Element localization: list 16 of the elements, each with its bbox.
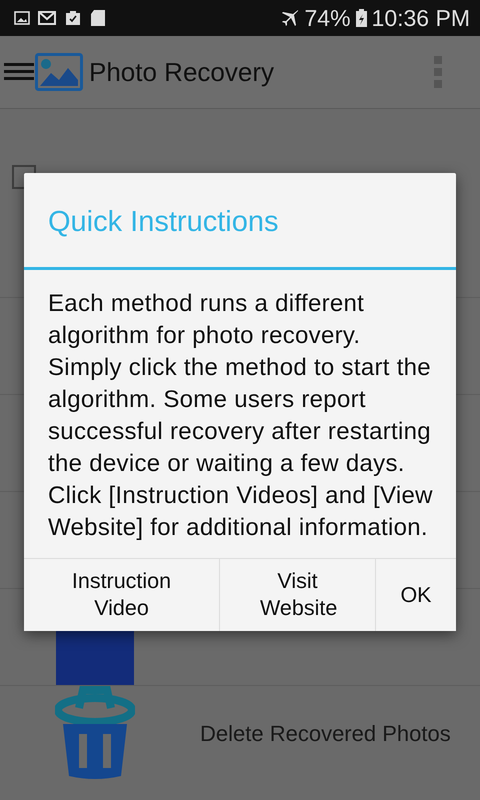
menu-icon[interactable]: [4, 61, 34, 83]
battery-percent: 74%: [304, 4, 351, 32]
clock-time: 10:36 PM: [372, 4, 470, 32]
image-icon: [14, 11, 30, 25]
dialog-button[interactable]: Visit Website: [220, 559, 376, 631]
dialog-message: Each method runs a different algorithm for photo recovery. Simply click the method to start the algorithm. Some users report successful recovery after restarting the device or waiting a few days. Click [Instruction Videos] and [View Website] for additional information.: [47, 289, 434, 543]
mail-icon: [38, 11, 56, 25]
dialog-button[interactable]: Instruction Video: [24, 559, 220, 631]
airplane-icon: [280, 8, 300, 28]
battery-icon: [356, 9, 367, 27]
sd-card-icon: [90, 9, 106, 27]
dialog-title: Quick Instructions: [47, 205, 280, 236]
picture-logo-icon: [35, 53, 83, 91]
app-title: Photo Recovery: [89, 56, 274, 88]
clipboard-icon: [64, 10, 82, 26]
dialog-button[interactable]: OK: [376, 559, 456, 631]
